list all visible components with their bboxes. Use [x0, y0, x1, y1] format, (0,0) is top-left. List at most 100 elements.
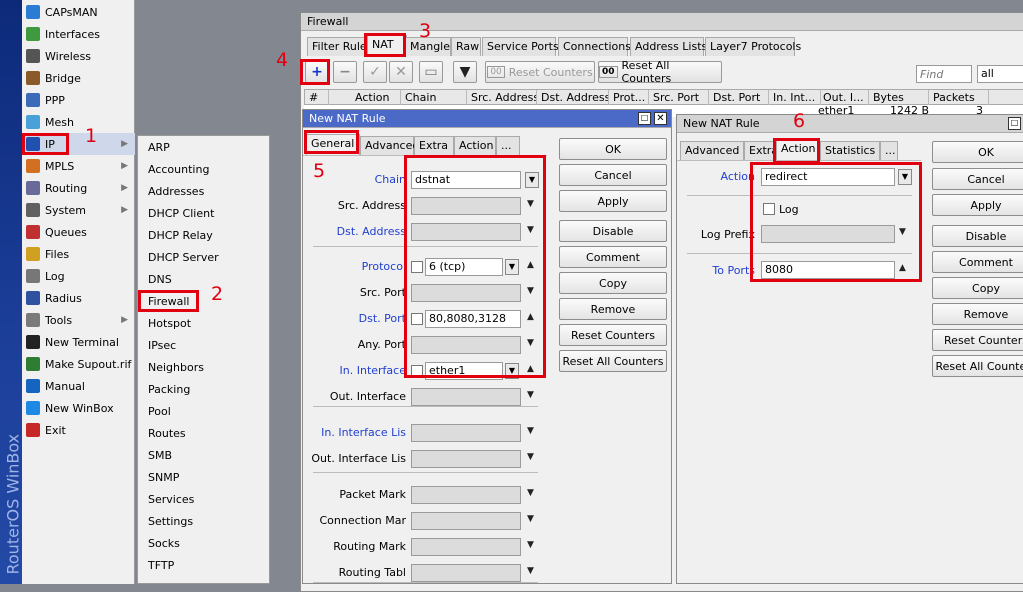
menu-item-make-supout-rif[interactable]: Make Supout.rif [22, 353, 135, 375]
close-icon[interactable]: ✕ [654, 112, 667, 125]
submenu-item-dhcp-client[interactable]: DHCP Client [148, 203, 214, 225]
remove-icon[interactable]: − [333, 61, 357, 83]
column-header-0[interactable]: # [305, 90, 329, 105]
nat1-disable-button[interactable]: Disable [559, 220, 667, 242]
submenu-item-dhcp-server[interactable]: DHCP Server [148, 247, 219, 269]
nat1-tab-extra[interactable]: Extra [414, 136, 454, 155]
column-header-8[interactable]: In. Int... [769, 90, 821, 105]
menu-item-capsman[interactable]: CAPsMAN [22, 1, 135, 23]
firewall-tab-raw[interactable]: Raw [451, 37, 481, 56]
menu-item-bridge[interactable]: Bridge [22, 67, 135, 89]
maximize-icon[interactable]: □ [1008, 117, 1021, 130]
menu-item-interfaces[interactable]: Interfaces [22, 23, 135, 45]
menu-item-queues[interactable]: Queues [22, 221, 135, 243]
nat1-reset-all-counters-button[interactable]: Reset All Counters [559, 350, 667, 372]
nat2-tab-statistics[interactable]: Statistics [820, 141, 880, 160]
enable-icon[interactable]: ✓ [363, 61, 387, 83]
nat1-tab-advanced[interactable]: Advanced [360, 136, 419, 155]
submenu-item-dhcp-relay[interactable]: DHCP Relay [148, 225, 213, 247]
menu-item-ppp[interactable]: PPP [22, 89, 135, 111]
column-header-1[interactable]: Action [351, 90, 401, 105]
routing_table-field[interactable] [411, 564, 521, 582]
reset-counters-button[interactable]: 00 Reset Counters [485, 61, 595, 83]
disable-icon[interactable]: ✕ [389, 61, 413, 83]
nat2-tab--[interactable]: ... [880, 141, 898, 160]
menu-item-new-terminal[interactable]: New Terminal [22, 331, 135, 353]
menu-item-manual[interactable]: Manual [22, 375, 135, 397]
nat2-disable-button[interactable]: Disable [932, 225, 1023, 247]
column-header-11[interactable]: Packets [929, 90, 989, 105]
menu-item-mpls[interactable]: MPLS ▶ [22, 155, 135, 177]
nat1-comment-button[interactable]: Comment [559, 246, 667, 268]
column-header-4[interactable]: Dst. Address [537, 90, 609, 105]
column-header-5[interactable]: Prot... [609, 90, 649, 105]
nat2-remove-button[interactable]: Remove [932, 303, 1023, 325]
menu-item-exit[interactable]: Exit [22, 419, 135, 441]
nat2-tab-extra[interactable]: Extra [744, 141, 778, 160]
column-header-10[interactable]: Bytes [869, 90, 929, 105]
submenu-item-pool[interactable]: Pool [148, 401, 171, 423]
out_interface_list-field[interactable] [411, 450, 521, 468]
firewall-tab-filter-rules[interactable]: Filter Rules [307, 37, 372, 56]
packet_mark-field[interactable] [411, 486, 521, 504]
nat1-copy-button[interactable]: Copy [559, 272, 667, 294]
find-input[interactable] [916, 65, 972, 83]
firewall-tab-connections[interactable]: Connections [558, 37, 631, 56]
column-header-6[interactable]: Src. Port [649, 90, 709, 105]
menu-item-log[interactable]: Log [22, 265, 135, 287]
submenu-item-dns[interactable]: DNS [148, 269, 172, 291]
nat2-comment-button[interactable]: Comment [932, 251, 1023, 273]
submenu-item-addresses[interactable]: Addresses [148, 181, 204, 203]
connection_mark-expand-icon[interactable]: ▼ [527, 514, 534, 524]
nat2-cancel-button[interactable]: Cancel [932, 168, 1023, 190]
column-header-3[interactable]: Src. Address [467, 90, 537, 105]
menu-item-radius[interactable]: Radius [22, 287, 135, 309]
reset-all-counters-button[interactable]: 00 Reset All Counters [598, 59, 722, 85]
firewall-tab-address-lists[interactable]: Address Lists [630, 37, 707, 56]
firewall-tab-layer7-protocols[interactable]: Layer7 Protocols [705, 37, 801, 56]
nat2-apply-button[interactable]: Apply [932, 194, 1023, 216]
menu-item-mesh[interactable]: Mesh [22, 111, 135, 133]
filter-icon[interactable]: ▼ [453, 61, 477, 83]
submenu-item-socks[interactable]: Socks [148, 533, 180, 555]
out_interface_list-expand-icon[interactable]: ▼ [527, 452, 534, 462]
in_interface_list-expand-icon[interactable]: ▼ [527, 426, 534, 436]
out_interface-field[interactable] [411, 388, 521, 406]
nat1-ok-button[interactable]: OK [559, 138, 667, 160]
submenu-item-tftp[interactable]: TFTP [148, 555, 174, 577]
nat1-cancel-button[interactable]: Cancel [559, 164, 667, 186]
nat1-tab--[interactable]: ... [496, 136, 520, 155]
nat1-tab-action[interactable]: Action [454, 136, 496, 155]
nat1-reset-counters-button[interactable]: Reset Counters [559, 324, 667, 346]
submenu-item-arp[interactable]: ARP [148, 137, 170, 159]
routing_table-expand-icon[interactable]: ▼ [527, 566, 534, 576]
menu-item-system[interactable]: System ▶ [22, 199, 135, 221]
column-header-7[interactable]: Dst. Port [709, 90, 769, 105]
submenu-item-packing[interactable]: Packing [148, 379, 190, 401]
out_interface-expand-icon[interactable]: ▼ [527, 390, 534, 400]
connection_mark-field[interactable] [411, 512, 521, 530]
packet_mark-expand-icon[interactable]: ▼ [527, 488, 534, 498]
column-header-9[interactable]: Out. I... [819, 90, 869, 105]
menu-item-files[interactable]: Files [22, 243, 135, 265]
column-header-2[interactable]: Chain [401, 90, 467, 105]
submenu-item-hotspot[interactable]: Hotspot [148, 313, 191, 335]
menu-item-tools[interactable]: Tools ▶ [22, 309, 135, 331]
firewall-tab-service-ports[interactable]: Service Ports [482, 37, 559, 56]
nat2-ok-button[interactable]: OK [932, 141, 1023, 163]
menu-item-routing[interactable]: Routing ▶ [22, 177, 135, 199]
nat1-remove-button[interactable]: Remove [559, 298, 667, 320]
submenu-item-ipsec[interactable]: IPsec [148, 335, 176, 357]
in_interface_list-field[interactable] [411, 424, 521, 442]
routing_mark-expand-icon[interactable]: ▼ [527, 540, 534, 550]
submenu-item-services[interactable]: Services [148, 489, 194, 511]
nat2-tab-advanced[interactable]: Advanced [680, 141, 744, 160]
nat2-reset-all-counters-button[interactable]: Reset All Counters [932, 355, 1023, 377]
routing_mark-field[interactable] [411, 538, 521, 556]
submenu-item-settings[interactable]: Settings [148, 511, 193, 533]
nat1-apply-button[interactable]: Apply [559, 190, 667, 212]
nat2-reset-counters-button[interactable]: Reset Counters [932, 329, 1023, 351]
submenu-item-accounting[interactable]: Accounting [148, 159, 209, 181]
submenu-item-snmp[interactable]: SNMP [148, 467, 179, 489]
maximize-icon[interactable]: □ [638, 112, 651, 125]
